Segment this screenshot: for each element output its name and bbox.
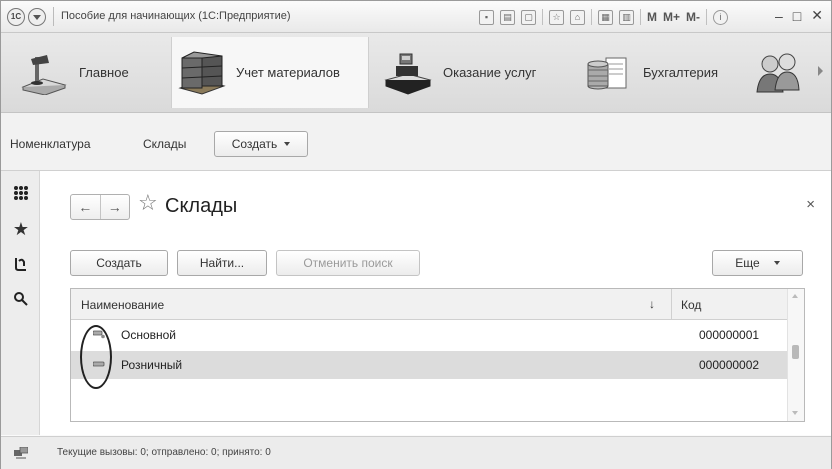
people-icon — [749, 44, 807, 102]
memory-plus-button[interactable]: M+ — [663, 10, 680, 24]
sections-scroll-right-icon[interactable] — [818, 66, 823, 76]
app-logo-icon[interactable]: 1С — [7, 8, 25, 26]
toolbar-separator — [706, 9, 708, 25]
minimize-icon[interactable]: – — [775, 8, 783, 24]
row-code: 000000001 — [699, 328, 760, 342]
back-arrow-icon[interactable]: ← — [71, 195, 100, 219]
memory-button[interactable]: M — [647, 10, 657, 24]
section-services[interactable]: Оказание услуг — [379, 37, 569, 108]
sort-arrow-icon: ↓ — [649, 297, 655, 311]
nav-create-label: Создать — [231, 137, 278, 151]
warehouses-table: Наименование ↓ Код Основной 000000001 Ро… — [70, 288, 805, 422]
section-label: Оказание услуг — [443, 65, 537, 80]
toolbar-separator — [640, 9, 641, 25]
memory-minus-button[interactable]: M- — [686, 10, 700, 24]
coins-documents-icon — [579, 44, 637, 102]
close-window-icon[interactable]: ✕ — [811, 7, 823, 24]
scroll-up-icon[interactable] — [792, 294, 798, 298]
highlight-oval — [80, 325, 112, 389]
row-name: Основной — [121, 328, 177, 342]
warehouses-form: ← → ☆ Склады × Создать Найти... Отменить… — [40, 171, 831, 435]
more-label: Еще — [735, 256, 760, 270]
nav-link-nomenclature[interactable]: Номенклатура — [10, 137, 91, 151]
left-toolbar: ★ — [1, 171, 40, 435]
row-name: Розничный — [121, 358, 183, 372]
section-main[interactable]: Главное — [15, 37, 165, 108]
title-bar: 1С Пособие для начинающих (1С:Предприяти… — [1, 1, 831, 33]
section-accounting[interactable]: Бухгалтерия — [579, 37, 739, 108]
info-icon[interactable]: i — [713, 9, 729, 25]
save-icon[interactable]: ▪ — [479, 9, 494, 25]
app-window: 1С Пособие для начинающих (1С:Предприяти… — [0, 0, 832, 469]
section-label: Бухгалтерия — [643, 65, 719, 80]
favorite-star-icon[interactable]: ☆ — [138, 190, 158, 216]
more-button[interactable]: Еще — [712, 250, 803, 276]
scrollbar-thumb[interactable] — [792, 345, 799, 359]
scroll-down-icon[interactable] — [792, 411, 798, 415]
create-button[interactable]: Создать — [70, 250, 168, 276]
status-text: Текущие вызовы: 0; отправлено: 0; принят… — [57, 447, 271, 458]
page-title: Склады — [165, 195, 238, 217]
window-title: Пособие для начинающих (1С:Предприятие) — [61, 10, 291, 22]
main-menu-button[interactable] — [28, 8, 46, 26]
print-icon[interactable]: ▤ — [500, 9, 515, 25]
column-divider — [671, 289, 672, 319]
calendar-icon[interactable]: ▥ — [619, 9, 634, 25]
search-icon[interactable] — [11, 289, 31, 309]
navigation-bar: Номенклатура Склады Создать — [1, 113, 831, 171]
materials-pallet-icon — [172, 44, 230, 102]
window-controls: – □ ✕ — [775, 7, 823, 24]
nav-create-button[interactable]: Создать — [214, 131, 308, 157]
status-bar: Текущие вызовы: 0; отправлено: 0; принят… — [1, 436, 831, 469]
cash-register-icon — [379, 44, 437, 102]
forward-arrow-icon[interactable]: → — [99, 195, 130, 219]
history-nav-group: ← → — [70, 194, 130, 220]
history-icon[interactable] — [11, 254, 31, 274]
connection-status-icon[interactable] — [14, 447, 28, 459]
table-scrollbar[interactable] — [787, 289, 804, 421]
toolbar-separator — [542, 9, 543, 25]
title-separator — [53, 7, 54, 26]
maximize-icon[interactable]: □ — [793, 8, 801, 24]
calculator-icon[interactable]: ▦ — [598, 9, 613, 25]
close-form-icon[interactable]: × — [806, 196, 815, 213]
section-label: Главное — [79, 65, 129, 80]
preview-icon[interactable]: ▢ — [521, 9, 536, 25]
menu-grid-icon[interactable] — [11, 183, 31, 203]
column-header-name[interactable]: Наименование — [81, 298, 164, 312]
nav-link-warehouses[interactable]: Склады — [143, 137, 186, 151]
table-header: Наименование ↓ Код — [71, 289, 787, 320]
chevron-down-icon — [284, 142, 291, 146]
chevron-down-icon — [773, 261, 780, 265]
title-toolbar: ▪ ▤ ▢ ☆ ⌂ ▦ ▥ M M+ M- i — [479, 7, 729, 27]
table-row[interactable]: Основной 000000001 — [71, 321, 787, 349]
column-header-code[interactable]: Код — [681, 298, 701, 312]
section-label: Учет материалов — [236, 65, 340, 80]
table-row-selected[interactable]: Розничный 000000002 — [71, 351, 787, 379]
desk-lamp-icon — [15, 44, 73, 102]
toolbar-separator — [591, 9, 592, 25]
favorites-icon[interactable]: ☆ — [549, 9, 564, 25]
section-materials[interactable]: Учет материалов — [171, 37, 369, 108]
cancel-search-button[interactable]: Отменить поиск — [276, 250, 420, 276]
section-people[interactable] — [749, 37, 809, 108]
favorites-star-icon[interactable]: ★ — [11, 219, 31, 239]
bookmark-icon[interactable]: ⌂ — [570, 9, 585, 25]
find-button[interactable]: Найти... — [177, 250, 267, 276]
row-code: 000000002 — [699, 358, 760, 372]
sections-panel: Главное Учет материалов Оказание услуг Б… — [1, 33, 831, 113]
